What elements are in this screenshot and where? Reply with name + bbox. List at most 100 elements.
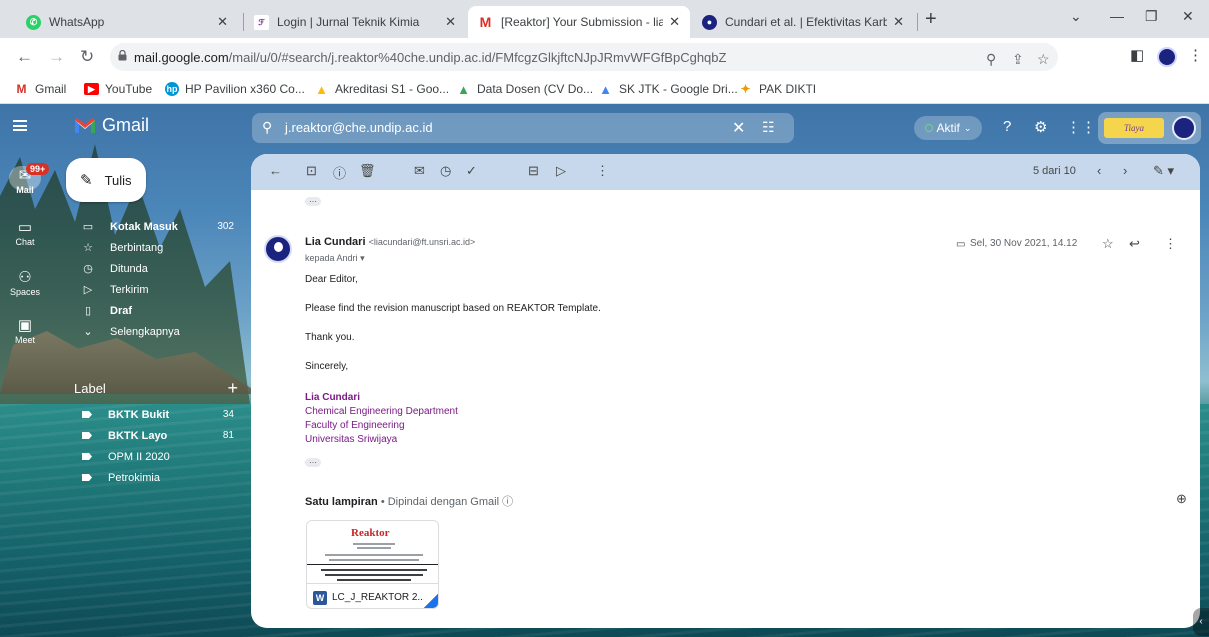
tab-whatsapp[interactable]: ✆ WhatsApp ✕ — [16, 6, 238, 38]
rail-mail[interactable]: ✉ 99+ Mail — [0, 163, 50, 195]
search-input[interactable]: j.reaktor@che.undip.ac.id — [285, 120, 433, 135]
rail-meet[interactable]: ▣ Meet — [0, 316, 50, 345]
bookmark-youtube[interactable]: ▶ YouTube — [84, 82, 152, 96]
chevron-down-icon: ⌄ — [963, 122, 972, 133]
url-text: mail.google.com/mail/u/0/#search/j.reakt… — [134, 50, 727, 65]
bookmark-akreditasi[interactable]: ▲ Akreditasi S1 - Goo... — [314, 81, 449, 97]
rail-spaces[interactable]: ⚇ Spaces — [0, 268, 50, 297]
info-icon[interactable]: ⓘ — [502, 496, 513, 508]
report-spam-icon[interactable]: ⓘ — [333, 163, 346, 182]
message-body-line: Sincerely, — [305, 361, 349, 372]
nav-more[interactable]: ⌄ Selengkapnya — [64, 321, 248, 342]
show-trimmed-content-icon[interactable]: … — [305, 196, 321, 206]
bookmark-hp-pavilion[interactable]: hp HP Pavilion x360 Co... — [165, 82, 305, 96]
back-arrow-icon[interactable]: ← — [16, 47, 33, 67]
youtube-icon: ▶ — [84, 83, 99, 95]
add-to-drive-icon[interactable]: ⊕ — [1176, 491, 1187, 507]
recipient-line[interactable]: kepada Andri ▾ — [305, 253, 365, 264]
tab-search-chevron-icon[interactable]: ⌄ — [1070, 8, 1082, 25]
minimize-icon[interactable]: — — [1110, 8, 1124, 24]
older-chevron-icon[interactable]: › — [1123, 163, 1127, 178]
tab-cundari-efektivitas[interactable]: ● Cundari et al. | Efektivitas Karbon ✕ — [692, 6, 914, 38]
bookmark-sk-jtk[interactable]: ▲ SK JTK - Google Dri... — [598, 82, 738, 97]
signature-line: Universitas Sriwijaya — [305, 434, 398, 445]
gmail-icon: M — [479, 14, 492, 30]
bookmark-data-dosen[interactable]: ▲ Data Dosen (CV Do... — [456, 82, 593, 97]
gmail-logo[interactable]: Gmail — [74, 115, 149, 136]
nav-snoozed[interactable]: ◷ Ditunda — [64, 258, 248, 279]
add-task-icon[interactable]: ✓ — [466, 163, 477, 179]
main-menu-icon[interactable] — [13, 120, 27, 131]
zoom-search-icon[interactable]: ⚲ — [986, 51, 996, 68]
account-switcher[interactable]: Tiaya — [1098, 112, 1201, 144]
status-aktif-button[interactable]: Aktif ⌄ — [914, 116, 982, 140]
label-tag-icon — [82, 411, 92, 418]
page-scrollbar[interactable] — [1190, 358, 1198, 598]
forward-arrow-icon[interactable]: → — [48, 47, 65, 67]
nav-sent[interactable]: ▷ Terkirim — [64, 279, 248, 300]
close-tab-icon[interactable]: ✕ — [893, 14, 904, 30]
message-body-line: Dear Editor, — [305, 274, 358, 285]
label-opm-ii-2020[interactable]: OPM II 2020 — [64, 446, 248, 467]
clear-search-icon[interactable]: ✕ — [732, 118, 745, 138]
star-icon[interactable]: ☆ — [1102, 236, 1114, 252]
star-icon: ☆ — [83, 242, 93, 254]
share-icon[interactable]: ⇪ — [1012, 51, 1024, 68]
delete-trash-icon[interactable]: 🗑 — [359, 163, 376, 179]
message-date: Sel, 30 Nov 2021, 14.12 — [970, 238, 1078, 249]
close-tab-icon[interactable]: ✕ — [445, 14, 456, 30]
snooze-clock-icon[interactable]: ◷ — [440, 163, 451, 179]
rail-chat[interactable]: ▭ Chat — [0, 218, 50, 247]
label-bktk-layo[interactable]: BKTK Layo 81 — [64, 425, 248, 446]
help-icon[interactable]: ? — [1003, 118, 1011, 135]
apps-grid-icon[interactable]: ⋮⋮ — [1066, 118, 1096, 136]
back-to-list-arrow-icon[interactable]: ← — [269, 163, 282, 178]
label-tag-icon — [82, 453, 92, 460]
tab-login-jurnal[interactable]: ℱ Login | Jurnal Teknik Kimia ✕ — [244, 6, 466, 38]
message-body-line: Please find the revision manuscript base… — [305, 303, 601, 314]
mail-search-bar[interactable]: ⚲ j.reaktor@che.undip.ac.id ✕ ☷ — [252, 113, 794, 143]
search-options-icon[interactable]: ☷ — [762, 119, 775, 136]
omnibox[interactable]: mail.google.com/mail/u/0/#search/j.reakt… — [110, 43, 1058, 71]
nav-drafts[interactable]: ▯ Draf — [64, 300, 248, 321]
mail-unread-badge: 99+ — [26, 163, 50, 175]
reload-icon[interactable]: ↻ — [80, 47, 94, 67]
bookmark-star-icon[interactable]: ☆ — [1037, 51, 1050, 68]
compose-button[interactable]: ✎ Tulis — [66, 158, 146, 202]
settings-gear-icon[interactable]: ⚙ — [1034, 118, 1047, 136]
tab-reaktor-submission[interactable]: M [Reaktor] Your Submission - liacu ✕ — [468, 6, 690, 38]
nav-starred[interactable]: ☆ Berbintang — [64, 237, 248, 258]
window-close-icon[interactable]: ✕ — [1182, 8, 1194, 25]
side-panel-icon[interactable]: ◧ — [1130, 46, 1144, 64]
bookmark-gmail[interactable]: M Gmail — [14, 82, 67, 96]
side-panel-toggle-chevron-icon[interactable]: ‹ — [1193, 608, 1209, 636]
label-icon[interactable]: ▷ — [556, 163, 566, 179]
label-petrokimia[interactable]: Petrokimia — [64, 467, 248, 488]
caret-down-icon: ▾ — [360, 253, 365, 263]
nav-inbox[interactable]: ▭ Kotak Masuk 302 — [64, 216, 248, 237]
google-drive-icon: ▲ — [315, 81, 328, 97]
move-to-icon[interactable]: ⊟ — [528, 163, 539, 179]
status-dot-icon — [924, 124, 933, 132]
archive-icon[interactable]: ⊡ — [306, 163, 317, 179]
input-tools-pencil-icon[interactable]: ✎ ▾ — [1153, 163, 1174, 179]
reply-arrow-icon[interactable]: ↩ — [1129, 236, 1140, 252]
profile-avatar[interactable] — [1157, 47, 1177, 67]
attachment-card[interactable]: Reaktor W LC_J_REAKTOR 2... — [306, 520, 439, 609]
attachment-icon: ▭ — [956, 239, 966, 250]
bookmark-pak-dikti[interactable]: ✦ PAK DIKTI — [738, 82, 816, 96]
new-tab-plus-icon[interactable]: + — [925, 8, 937, 31]
label-bktk-bukit[interactable]: BKTK Bukit 34 — [64, 404, 248, 425]
close-tab-icon[interactable]: ✕ — [669, 14, 680, 30]
restore-icon[interactable]: ❐ — [1145, 8, 1158, 25]
message-more-icon[interactable]: ⋮ — [1164, 236, 1177, 252]
browser-menu-icon[interactable]: ⋮ — [1188, 46, 1203, 64]
newer-chevron-icon[interactable]: ‹ — [1097, 163, 1101, 178]
search-icon[interactable]: ⚲ — [262, 119, 272, 136]
mark-unread-icon[interactable]: ✉ — [414, 163, 425, 179]
show-trimmed-content-icon[interactable]: … — [305, 457, 321, 467]
add-label-plus-icon[interactable]: + — [227, 378, 238, 399]
lock-icon — [118, 50, 127, 61]
more-options-icon[interactable]: ⋮ — [596, 163, 609, 179]
close-tab-icon[interactable]: ✕ — [217, 14, 228, 30]
